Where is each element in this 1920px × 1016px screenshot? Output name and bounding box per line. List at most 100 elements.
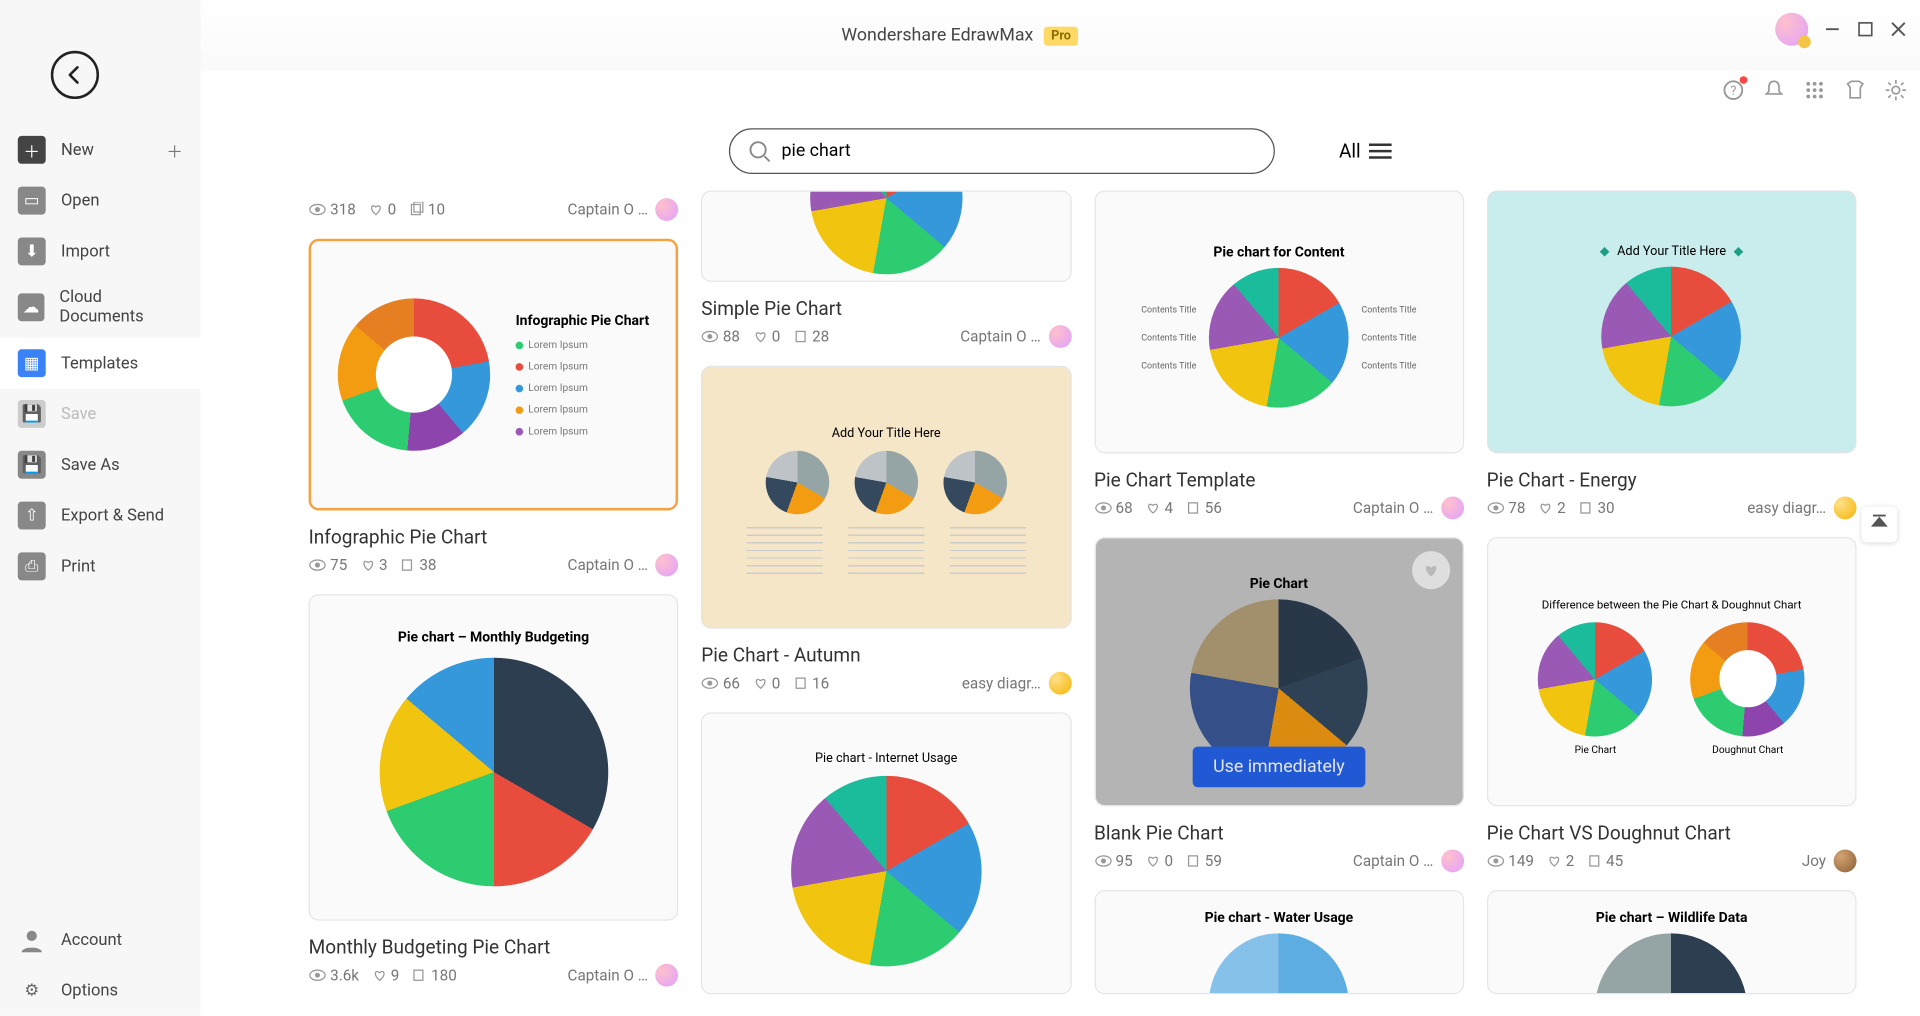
plus-square-icon: ＋: [18, 136, 46, 164]
heart-icon: [372, 968, 387, 983]
sidebar-item-label: New: [61, 140, 94, 159]
sidebar-item-new[interactable]: ＋ New ＋: [0, 124, 201, 175]
heart-icon: [1538, 500, 1553, 515]
copy-icon: [793, 676, 808, 691]
copy-icon: [793, 329, 808, 344]
sidebar-item-saveas[interactable]: 💾 Save As: [0, 439, 201, 490]
heart-icon: [1547, 853, 1562, 868]
eye-icon: [701, 677, 719, 690]
card-title: Blank Pie Chart: [1094, 822, 1464, 845]
template-card[interactable]: Simple Pie Chart 88 0 28 Captain O …: [701, 190, 1071, 347]
pro-badge: Pro: [1044, 26, 1079, 45]
sidebar-item-save: 💾 Save: [0, 389, 201, 440]
eye-icon: [1487, 855, 1505, 868]
sidebar: ＋ New ＋ ▭ Open ⬇ Import ☁ Cloud Document…: [0, 0, 201, 1016]
menu-icon: [1368, 142, 1391, 160]
heart-icon: [1145, 500, 1160, 515]
sidebar-item-label: Print: [61, 557, 96, 576]
sidebar-item-templates[interactable]: ▦ Templates: [0, 338, 201, 389]
plus-icon[interactable]: ＋: [166, 138, 183, 162]
template-card-hover[interactable]: Pie Chart Use immediately Blank Pie Char…: [1094, 537, 1464, 872]
sidebar-item-label: Cloud Documents: [59, 288, 182, 326]
sidebar-item-label: Save As: [61, 455, 120, 474]
sidebar-item-account[interactable]: Account: [0, 914, 201, 965]
copy-icon: [1587, 853, 1602, 868]
svg-text:?: ?: [1730, 84, 1736, 99]
gear-icon[interactable]: [1884, 79, 1907, 102]
eye-icon: [1094, 855, 1112, 868]
heart-icon: [1421, 560, 1441, 580]
template-card[interactable]: Pie chart - Water Usage: [1094, 890, 1464, 994]
heart-icon: [753, 329, 768, 344]
sidebar-item-open[interactable]: ▭ Open: [0, 175, 201, 226]
template-card[interactable]: Pie chart – Wildlife Data: [1487, 890, 1857, 994]
search-input[interactable]: [782, 141, 1257, 161]
use-immediately-button[interactable]: Use immediately: [1193, 747, 1365, 788]
template-card[interactable]: ◆Add Your Title Here◆ Pie Chart - Energy…: [1487, 190, 1857, 519]
eye-icon: [309, 203, 327, 216]
eye-icon: [1094, 502, 1112, 515]
folder-icon: ▭: [18, 187, 46, 215]
user-avatar[interactable]: [1775, 13, 1808, 46]
sidebar-item-import[interactable]: ⬇ Import: [0, 226, 201, 277]
export-icon: ⇧: [18, 502, 46, 530]
author-name: Captain O …: [568, 201, 648, 219]
back-button[interactable]: [51, 51, 99, 99]
template-card[interactable]: Pie chart for Content Contents TitleCont…: [1094, 190, 1464, 519]
sidebar-item-options[interactable]: ⚙ Options: [0, 965, 201, 1016]
favorite-button[interactable]: [1412, 551, 1450, 589]
template-card[interactable]: Pie chart – Monthly Budgeting Monthly Bu…: [309, 594, 679, 986]
sidebar-item-export[interactable]: ⇧ Export & Send: [0, 490, 201, 541]
main-area: All 318 0 10 Captain O …: [201, 119, 1920, 1016]
templates-icon: ▦: [18, 349, 46, 377]
print-icon: ⎙: [18, 552, 46, 580]
eye-icon: [701, 330, 719, 343]
heart-icon: [753, 676, 768, 691]
copy-icon: [412, 968, 427, 983]
shirt-icon[interactable]: [1844, 79, 1867, 102]
title-bar: Wondershare EdrawMax Pro: [0, 0, 1920, 71]
cloud-icon: ☁: [18, 293, 44, 321]
sidebar-item-label: Account: [61, 930, 122, 949]
app-title: Wondershare EdrawMax: [841, 25, 1033, 45]
card-title: Pie Chart Template: [1094, 469, 1464, 492]
scroll-top-button[interactable]: [1862, 507, 1898, 543]
template-card[interactable]: Add Your Title Here: [701, 366, 1071, 695]
grid-icon[interactable]: [1803, 79, 1826, 102]
copy-icon: [1578, 500, 1593, 515]
sidebar-item-print[interactable]: ⎙ Print: [0, 541, 201, 592]
sidebar-item-label: Export & Send: [61, 506, 164, 525]
sidebar-item-cloud[interactable]: ☁ Cloud Documents: [0, 277, 201, 338]
heart-icon: [360, 557, 375, 572]
gear-icon: ⚙: [18, 977, 46, 1005]
filter-all[interactable]: All: [1339, 140, 1391, 163]
import-icon: ⬇: [18, 237, 46, 265]
heart-icon: [369, 202, 384, 217]
sidebar-item-label: Options: [61, 981, 118, 1000]
template-card[interactable]: Infographic Pie Chart Lorem Ipsum Lorem …: [309, 239, 679, 577]
search-box[interactable]: [729, 128, 1275, 174]
close-button[interactable]: [1890, 20, 1908, 38]
template-card[interactable]: Pie chart - Internet Usage: [701, 712, 1071, 994]
sidebar-item-label: Open: [61, 191, 100, 210]
template-card[interactable]: Difference between the Pie Chart & Dough…: [1487, 537, 1857, 872]
minimize-button[interactable]: [1823, 20, 1841, 38]
toolbar-right: ?: [1722, 71, 1907, 109]
copies-stat: 10: [409, 201, 445, 219]
sidebar-item-label: Import: [61, 242, 110, 261]
bell-icon[interactable]: [1763, 79, 1786, 102]
likes-stat: 0: [369, 201, 397, 219]
heart-icon: [1145, 853, 1160, 868]
sidebar-item-label: Save: [61, 404, 96, 423]
help-icon[interactable]: ?: [1722, 79, 1745, 102]
eye-icon: [309, 559, 327, 572]
user-icon: [18, 926, 46, 954]
search-icon: [749, 140, 772, 163]
copy-icon: [409, 202, 424, 217]
copy-icon: [400, 557, 415, 572]
maximize-button[interactable]: [1857, 20, 1875, 38]
card-title: Pie Chart - Energy: [1487, 469, 1857, 492]
views-stat: 318: [309, 201, 356, 219]
author-avatar: [656, 198, 679, 221]
card-title: Infographic Pie Chart: [309, 526, 679, 549]
